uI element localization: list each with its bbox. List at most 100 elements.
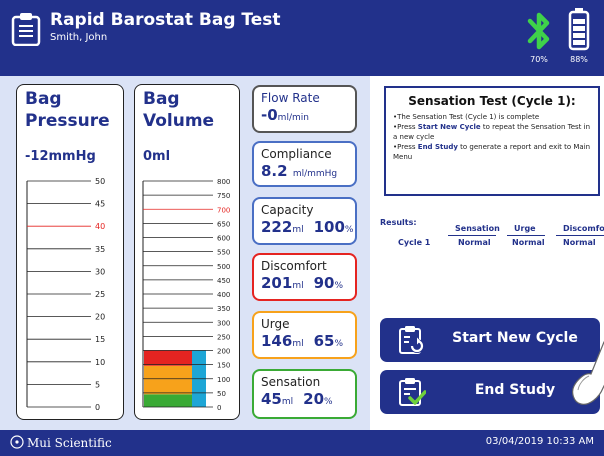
mui-logo-icon bbox=[10, 435, 24, 449]
instruction-line-4-pre: •Press bbox=[393, 143, 418, 151]
results-header-urge: Urge bbox=[514, 224, 536, 233]
results-row-cycle-1-label: Cycle 1 bbox=[398, 238, 431, 247]
app-header: Rapid Barostat Bag Test Smith, John 70% … bbox=[0, 0, 604, 76]
results-divider bbox=[556, 235, 604, 236]
scale-tick-label: 400 bbox=[217, 291, 230, 299]
discomfort-unit: ml bbox=[292, 281, 304, 291]
bag-volume-title: Bag Volume bbox=[143, 88, 214, 132]
instruction-line-5: Menu bbox=[393, 153, 413, 161]
scale-tick-label: 450 bbox=[217, 277, 230, 285]
scale-tick-label: 5 bbox=[95, 380, 100, 389]
bluetooth-level: 70% bbox=[530, 55, 548, 64]
bag-volume-value: 0ml bbox=[143, 149, 171, 164]
capacity-label: Capacity bbox=[261, 203, 314, 217]
flow-rate-unit: ml/min bbox=[277, 113, 309, 123]
bag-pressure-value: -12mmHg bbox=[25, 149, 96, 164]
scale-tick-label: 250 bbox=[217, 333, 230, 341]
results-label: Results: bbox=[380, 218, 417, 227]
volume-band-urge bbox=[144, 365, 192, 395]
flow-rate-card: Flow Rate -0ml/min bbox=[252, 85, 357, 133]
capacity-value: 222ml 100% bbox=[261, 218, 353, 239]
battery-icon bbox=[568, 8, 590, 51]
bluetooth-icon bbox=[527, 12, 550, 50]
compliance-number: 8.2 bbox=[261, 162, 288, 180]
flow-rate-label: Flow Rate bbox=[261, 91, 320, 105]
volume-band-sensation bbox=[144, 394, 192, 407]
results-divider bbox=[507, 235, 545, 236]
capacity-percent: 100 bbox=[313, 218, 345, 236]
instruction-line-2: •Press Start New Cycle to repeat the Sen… bbox=[393, 122, 591, 132]
results-cycle-1-sensation: Normal bbox=[458, 238, 491, 247]
instruction-line-3: a new cycle bbox=[393, 133, 435, 141]
urge-card: Urge 146ml 65% bbox=[252, 311, 357, 359]
brand: Mui Scientific bbox=[10, 435, 112, 450]
scale-tick-label: 200 bbox=[217, 348, 230, 356]
scale-tick-label: 30 bbox=[95, 267, 105, 276]
urge-number: 146 bbox=[261, 332, 293, 350]
scale-tick-label: 550 bbox=[217, 249, 230, 257]
flow-rate-value: -0ml/min bbox=[261, 106, 348, 127]
scale-tick-label: 650 bbox=[217, 220, 230, 228]
compliance-unit: ml/mmHg bbox=[292, 169, 338, 179]
pointing-hand-icon bbox=[572, 341, 604, 405]
discomfort-percent: 90 bbox=[313, 274, 335, 292]
scale-tick-label: 0 bbox=[217, 404, 221, 412]
discomfort-percent-unit: % bbox=[334, 281, 344, 291]
clipboard-check-icon bbox=[399, 378, 426, 406]
scale-tick-label: 150 bbox=[217, 362, 230, 370]
scale-tick-label: 40 bbox=[95, 222, 105, 231]
results-cycle-1-urge: Normal bbox=[512, 238, 545, 247]
clipboard-refresh-icon bbox=[399, 326, 424, 354]
bag-pressure-title: Bag Pressure bbox=[25, 88, 110, 132]
bag-pressure-gauge: Bag Pressure -12mmHg 50 45 40 35 30 25 20 15 10 5… bbox=[16, 84, 124, 420]
patient-name: Smith, John bbox=[50, 32, 108, 43]
bag-volume-gauge: Bag Volume 0ml 800 750 700 650 600 550 500 450 4… bbox=[134, 84, 240, 420]
app-title: Rapid Barostat Bag Test bbox=[50, 10, 281, 30]
instruction-end-study-ref: End Study bbox=[417, 143, 458, 151]
bag-pressure-title-line2: Pressure bbox=[25, 111, 110, 131]
discomfort-card: Discomfort 201ml 90% bbox=[252, 253, 357, 301]
scale-tick-label: 750 bbox=[217, 192, 230, 200]
instruction-line-1: •The Sensation Test (Cycle 1) is complet… bbox=[393, 113, 540, 121]
instruction-title: Sensation Test (Cycle 1): bbox=[408, 94, 576, 108]
compliance-value: 8.2 ml/mmHg bbox=[261, 162, 348, 183]
capacity-unit: ml bbox=[292, 225, 304, 235]
results-divider bbox=[448, 235, 496, 236]
scale-tick-label: 0 bbox=[95, 403, 100, 412]
clipboard-icon bbox=[11, 13, 41, 46]
capacity-card: Capacity 222ml 100% bbox=[252, 197, 357, 245]
scale-tick-label: 10 bbox=[95, 358, 105, 367]
scale-tick-label: 50 bbox=[217, 390, 226, 398]
flow-rate-number: -0 bbox=[261, 106, 278, 124]
instruction-line-2-post: to repeat the Sensation Test in bbox=[480, 123, 591, 131]
scale-tick-label: 45 bbox=[95, 200, 105, 209]
sensation-unit: ml bbox=[281, 397, 294, 407]
bag-volume-title-line2: Volume bbox=[143, 111, 215, 131]
volume-band-discomfort bbox=[144, 350, 192, 366]
results-header-discomfort: Discomfort bbox=[563, 224, 604, 233]
app-footer: Mui Scientific 03/04/2019 10:33 AM bbox=[0, 430, 604, 456]
scale-tick-label: 100 bbox=[217, 376, 230, 384]
sensation-card: Sensation 45ml 20% bbox=[252, 369, 357, 419]
scale-tick-label: 20 bbox=[95, 313, 105, 322]
battery-level: 88% bbox=[570, 55, 588, 64]
capacity-percent-unit: % bbox=[344, 225, 354, 235]
scale-tick-label: 700 bbox=[217, 206, 230, 214]
urge-value: 146ml 65% bbox=[261, 332, 348, 353]
bag-volume-scale: 8007507006506005505004504003503002502001… bbox=[142, 178, 230, 412]
instruction-box: Sensation Test (Cycle 1): •The Sensation… bbox=[384, 86, 600, 196]
compliance-card: Compliance 8.2 ml/mmHg bbox=[252, 141, 357, 187]
urge-percent-unit: % bbox=[334, 339, 344, 349]
timestamp: 03/04/2019 10:33 AM bbox=[485, 436, 594, 447]
scale-tick-label: 600 bbox=[217, 235, 230, 243]
sensation-label: Sensation bbox=[261, 375, 321, 389]
sensation-percent-unit: % bbox=[324, 397, 333, 407]
bag-pressure-title-line1: Bag bbox=[25, 89, 62, 109]
scale-tick-label: 15 bbox=[95, 335, 105, 344]
sensation-number: 45 bbox=[261, 390, 282, 408]
scale-tick-label: 300 bbox=[217, 319, 230, 327]
discomfort-label: Discomfort bbox=[261, 259, 327, 273]
scale-tick-label: 35 bbox=[95, 245, 105, 254]
bag-pressure-scale: 50454035302520151050 bbox=[26, 177, 105, 412]
instruction-line-2-pre: •Press bbox=[393, 123, 418, 131]
